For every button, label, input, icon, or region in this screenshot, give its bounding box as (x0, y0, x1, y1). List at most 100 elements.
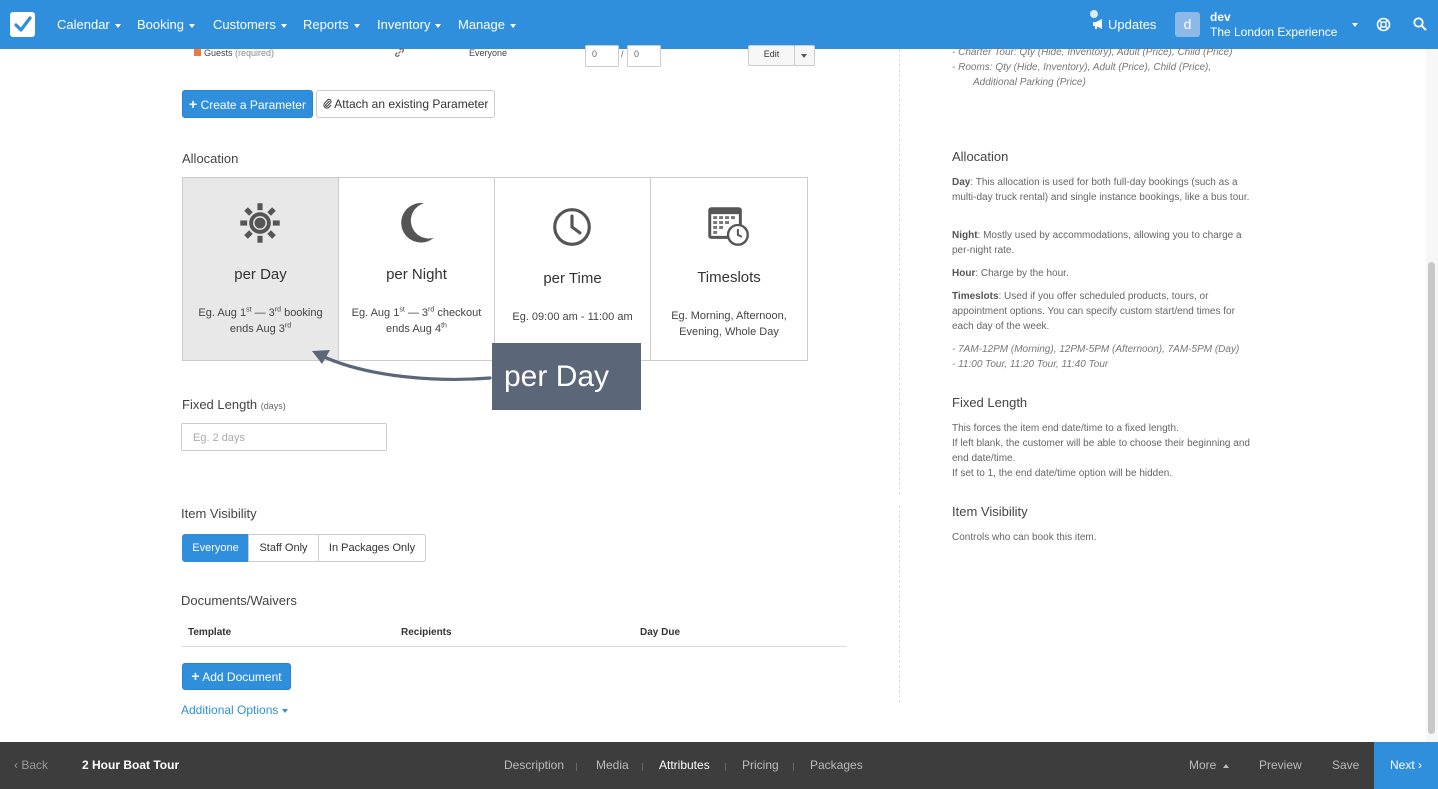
edit-button[interactable]: Edit (748, 45, 795, 66)
nav-label: Manage (458, 17, 505, 32)
bottom-toolbar: ‹ Back 2 Hour Boat Tour Description Medi… (0, 742, 1438, 789)
parameter-name: Guests (required) (204, 48, 275, 58)
help-day-text: Day: This allocation is used for both fu… (952, 177, 1250, 203)
additional-options-link[interactable]: Additional Options (181, 703, 289, 717)
visibility-staff-only[interactable]: Staff Only (248, 534, 319, 562)
updates-label: Updates (1108, 17, 1157, 32)
callout-label: per Day (492, 343, 641, 410)
top-navbar: Calendar Booking Customers Reports Inven… (0, 0, 1438, 49)
fixed-length-heading: Fixed Length (days) (182, 397, 286, 412)
megaphone-icon (1093, 19, 1102, 29)
nav-booking[interactable]: Booking (137, 0, 195, 49)
more-menu-button[interactable]: More (1189, 742, 1229, 789)
tab-packages[interactable]: Packages (810, 742, 863, 789)
max-input[interactable]: 0 (627, 45, 661, 67)
allocation-description: Eg. 09:00 am - 11:00 am (512, 311, 633, 323)
scrollbar-thumb[interactable] (1428, 262, 1435, 734)
chevron-down-icon (435, 23, 442, 28)
visibility-everyone[interactable]: Everyone (182, 534, 249, 562)
clock-icon (553, 208, 591, 246)
chevron-down-icon[interactable] (1352, 23, 1358, 27)
tab-pricing[interactable]: Pricing (742, 742, 779, 789)
help-example-line: Additional Parking (Price) (973, 77, 1086, 88)
chevron-down-icon (509, 23, 516, 28)
nav-label: Reports (303, 17, 349, 32)
nav-customers[interactable]: Customers (213, 0, 287, 49)
allocation-description: Eg. Morning, Afternoon, Evening, Whole D… (671, 310, 787, 338)
help-lifebuoy-icon[interactable] (1376, 17, 1391, 32)
tab-separator (576, 763, 577, 771)
updates-button[interactable]: Updates (1092, 0, 1156, 49)
allocation-option-timeslots[interactable]: Timeslots Eg. Morning, Afternoon, Evenin… (650, 177, 808, 361)
plus-icon: + (191, 668, 200, 684)
callout-arrow (312, 350, 492, 381)
search-icon[interactable] (1413, 17, 1427, 31)
nav-calendar[interactable]: Calendar (57, 0, 121, 49)
allocation-option-per-night[interactable]: per Night Eg. Aug 1st — 3rd checkout end… (338, 177, 495, 361)
tab-description[interactable]: Description (504, 742, 564, 789)
allocation-option-per-time[interactable]: per Time Eg. 09:00 am - 11:00 am (494, 177, 651, 361)
allocation-title: per Night (386, 266, 447, 283)
calendar-clock-icon (708, 207, 749, 246)
moon-icon (401, 203, 434, 243)
back-button[interactable]: ‹ Back (14, 742, 48, 789)
avatar[interactable]: d (1175, 12, 1200, 37)
preview-button[interactable]: Preview (1259, 742, 1302, 789)
allocation-title: per Time (543, 270, 602, 287)
attach-parameter-button[interactable]: Attach an existing Parameter (316, 90, 495, 118)
sun-icon (240, 203, 280, 243)
app-logo[interactable] (10, 12, 35, 37)
tab-separator (725, 763, 726, 771)
chevron-down-icon (280, 23, 287, 28)
chevron-down-icon (801, 54, 807, 58)
help-pane-divider (899, 505, 900, 703)
help-timeslots-example: - 7AM-12PM (Morning), 12PM-5PM (Afternoo… (952, 344, 1240, 355)
tab-attributes[interactable]: Attributes (659, 742, 710, 789)
chevron-down-icon (114, 23, 121, 28)
allocation-heading: Allocation (182, 151, 239, 166)
nav-reports[interactable]: Reports (303, 0, 360, 49)
min-input[interactable]: 0 (585, 45, 619, 67)
help-example-line: - Charter Tour: Qty (Hide, Inventory), A… (952, 47, 1233, 58)
allocation-option-per-day[interactable]: per Day Eg. Aug 1st — 3rd booking ends A… (182, 177, 339, 361)
nav-label: Inventory (377, 17, 431, 32)
help-fixed-length-text: This forces the item end date/time to a … (952, 423, 1179, 434)
help-fixed-length-text: If set to 1, the end date/time option wi… (952, 468, 1173, 479)
column-recipients: Recipients (401, 627, 452, 638)
chevron-down-icon (353, 23, 360, 28)
next-button[interactable]: Next › (1374, 742, 1438, 789)
help-night-text: Night: Mostly used by accommodations, al… (952, 230, 1242, 256)
allocation-title: Timeslots (697, 269, 761, 286)
help-fixed-length-heading: Fixed Length (952, 395, 1028, 410)
nav-label: Booking (137, 17, 184, 32)
help-hour-text: Hour: Charge by the hour. (952, 268, 1069, 279)
save-button[interactable]: Save (1332, 742, 1359, 789)
chevron-down-icon (188, 23, 195, 28)
tab-separator (642, 763, 643, 771)
plus-icon: + (189, 96, 198, 112)
allocation-title: per Day (234, 266, 287, 283)
user-organization[interactable]: The London Experience (1210, 25, 1342, 39)
create-parameter-button[interactable]: + Create a Parameter (182, 90, 313, 118)
visibility-in-packages-only[interactable]: In Packages Only (318, 534, 426, 562)
product-title: 2 Hour Boat Tour (82, 758, 180, 772)
edit-dropdown-toggle[interactable] (794, 45, 815, 66)
nav-inventory[interactable]: Inventory (377, 0, 442, 49)
documents-heading: Documents/Waivers (181, 593, 297, 608)
column-template: Template (188, 627, 232, 638)
fixed-length-input[interactable]: Eg. 2 days (181, 423, 387, 451)
add-document-button[interactable]: + Add Document (182, 663, 291, 690)
user-name[interactable]: dev (1210, 10, 1231, 24)
tab-separator (793, 763, 794, 771)
checkmark-icon (14, 16, 32, 32)
help-visibility-heading: Item Visibility (952, 504, 1028, 519)
link-icon[interactable] (394, 47, 405, 58)
parameter-visibility: Everyone (469, 48, 508, 58)
help-pane-divider (899, 49, 900, 495)
allocation-description: Eg. Aug 1st — 3rd booking ends Aug 3rd (198, 306, 323, 335)
help-allocation-heading: Allocation (952, 149, 1009, 164)
chevron-up-icon (1222, 763, 1229, 768)
tab-media[interactable]: Media (596, 742, 629, 789)
allocation-description: Eg. Aug 1st — 3rd checkout ends Aug 4th (351, 306, 482, 335)
nav-manage[interactable]: Manage (458, 0, 516, 49)
